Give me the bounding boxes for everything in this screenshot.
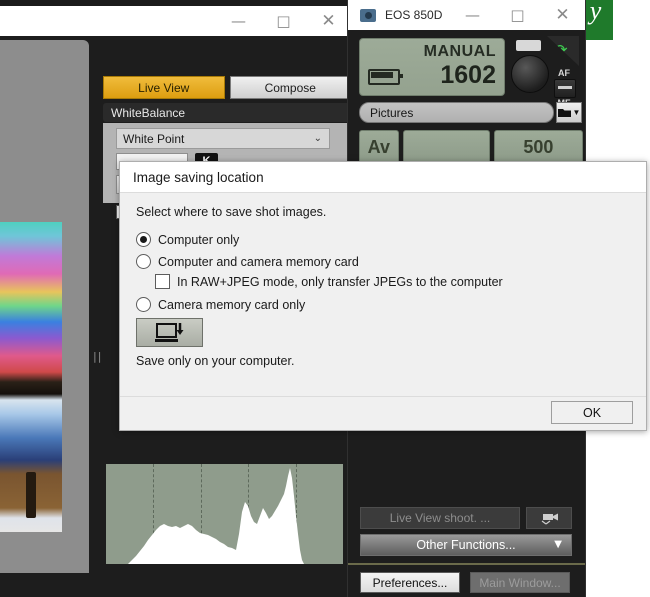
radio-label-computer-and-card: Computer and camera memory card	[158, 254, 359, 269]
dialog-footer: OK	[120, 396, 646, 430]
chevron-down-icon: ▼	[554, 539, 562, 550]
chevron-down-icon: ⌄	[313, 133, 322, 144]
chevron-down-icon: ▼	[572, 108, 581, 117]
live-view-tabs: Live View Compose	[103, 76, 351, 99]
maximize-button[interactable]: □	[261, 6, 306, 36]
mode-dial[interactable]	[511, 55, 549, 93]
panel-splitter[interactable]: |||	[90, 40, 106, 573]
other-functions-button[interactable]: Other Functions... ▼	[360, 534, 572, 556]
checkbox-raw-jpeg-transfer[interactable]: In RAW+JPEG mode, only transfer JPEGs to…	[155, 274, 503, 289]
tab-compose[interactable]: Compose	[229, 76, 351, 99]
eos-minimize-button[interactable]: —	[450, 0, 495, 30]
radio-icon[interactable]	[136, 254, 151, 269]
checkbox-label-raw-jpeg: In RAW+JPEG mode, only transfer JPEGs to…	[177, 274, 503, 289]
shots-remaining-value: 1602	[440, 61, 496, 89]
main-window-button[interactable]: Main Window...	[470, 572, 570, 593]
movie-camera-icon	[541, 513, 558, 524]
radio-option-card-only[interactable]: Camera memory card only	[136, 297, 305, 312]
radio-icon[interactable]	[136, 297, 151, 312]
dialog-note-text: Save only on your computer.	[136, 354, 295, 368]
histogram	[106, 464, 343, 564]
folder-icon	[557, 109, 571, 117]
ok-button[interactable]: OK	[551, 401, 633, 424]
folder-picker-button[interactable]: ▼	[556, 102, 582, 123]
exposure-row: Av 500	[359, 130, 583, 164]
af-mf-toggle[interactable]	[554, 79, 576, 98]
preferences-button[interactable]: Preferences...	[360, 572, 460, 593]
eos-titlebar[interactable]: EOS 850D — □ ✕	[348, 0, 585, 30]
tab-live-view[interactable]: Live View	[103, 76, 225, 99]
shutter-release-button[interactable]	[516, 40, 541, 51]
eos-close-button[interactable]: ✕	[540, 0, 585, 30]
white-point-dropdown[interactable]: White Point ⌄	[116, 128, 330, 149]
rotate-arrow-glyph: ⟳	[555, 41, 568, 59]
section-separator	[348, 563, 585, 565]
checkbox-icon[interactable]	[155, 274, 170, 289]
white-balance-section-header: WhiteBalance	[103, 103, 351, 122]
minimize-button[interactable]: —	[216, 6, 261, 36]
dialog-intro-text: Select where to save shot images.	[136, 205, 327, 219]
histogram-plot	[106, 468, 343, 564]
battery-icon	[368, 69, 403, 85]
radio-icon-selected[interactable]	[136, 232, 151, 247]
destination-folder-field[interactable]: Pictures	[359, 102, 554, 123]
live-view-window-controls: — □ ✕	[216, 6, 351, 36]
close-button[interactable]: ✕	[306, 6, 351, 36]
other-functions-label: Other Functions...	[416, 538, 516, 552]
shooting-mode-label: MANUAL	[423, 43, 496, 60]
save-destination-preview-button[interactable]	[136, 318, 203, 347]
eos-window-controls: — □ ✕	[450, 0, 585, 30]
aperture-display[interactable]: Av	[359, 130, 399, 164]
live-view-preview-pane[interactable]	[0, 40, 89, 573]
eos-window-title: EOS 850D	[385, 8, 443, 22]
computer-download-icon	[154, 322, 183, 342]
preview-tree-silhouette	[26, 472, 36, 518]
dialog-body: Select where to save shot images. Comput…	[120, 192, 646, 398]
live-view-bottom-toolbar: ◢ ⊡ ⊞	[0, 576, 355, 597]
image-saving-location-dialog: Image saving location Select where to sa…	[119, 161, 647, 431]
camera-status-lcd: MANUAL 1602	[359, 38, 505, 96]
movie-record-button[interactable]	[526, 507, 572, 529]
shutter-speed-display[interactable]: 500	[493, 130, 583, 164]
live-view-preview-image	[0, 222, 62, 532]
radio-option-computer-only[interactable]: Computer only	[136, 232, 239, 247]
camera-app-icon	[360, 8, 376, 22]
af-label: AF	[558, 68, 570, 78]
rotate-image-icon[interactable]: ⟳	[547, 36, 579, 66]
eos-maximize-button[interactable]: □	[495, 0, 540, 30]
exposure-middle-display[interactable]	[402, 130, 490, 164]
radio-label-card-only: Camera memory card only	[158, 297, 306, 312]
screen-root: y — □ ✕ ||| Live View Compose WhiteBalan…	[0, 0, 650, 597]
live-view-shoot-button[interactable]: Live View shoot. ...	[360, 507, 520, 529]
white-point-dropdown-label: White Point	[123, 131, 185, 146]
dialog-title: Image saving location	[120, 162, 646, 192]
histogram-container	[103, 452, 351, 570]
radio-option-computer-and-card[interactable]: Computer and camera memory card	[136, 254, 359, 269]
live-view-titlebar[interactable]: — □ ✕	[0, 6, 355, 36]
radio-label-computer-only: Computer only	[158, 232, 240, 247]
